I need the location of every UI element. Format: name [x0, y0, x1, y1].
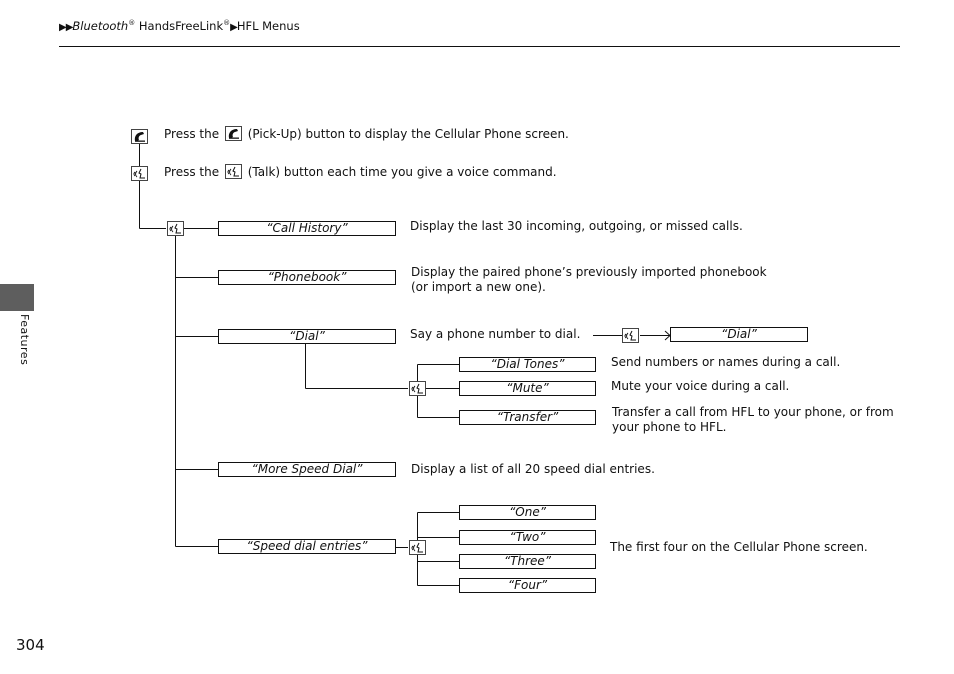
- command-desc: Display the last 30 incoming, outgoing, …: [410, 219, 743, 233]
- command-mute: “Mute”: [459, 381, 596, 396]
- talk-voice-icon: [167, 221, 184, 236]
- command-desc: The first four on the Cellular Phone scr…: [610, 540, 868, 554]
- talk-post-text: (Talk) button each time you give a voice…: [247, 165, 557, 179]
- command-speed-dial-entries: “Speed dial entries”: [218, 539, 396, 554]
- command-three: “Three”: [459, 554, 596, 569]
- command-dial-tones: “Dial Tones”: [459, 357, 596, 372]
- command-desc: Say a phone number to dial.: [410, 327, 581, 341]
- command-dial-next: “Dial”: [670, 327, 808, 342]
- talk-instruction: Press the (Talk) button each time you gi…: [164, 164, 557, 180]
- command-dial: “Dial”: [218, 329, 396, 344]
- command-more-speed-dial: “More Speed Dial”: [218, 462, 396, 477]
- command-desc-cont: your phone to HFL.: [612, 420, 727, 434]
- command-desc: Display a list of all 20 speed dial entr…: [411, 462, 655, 476]
- command-four: “Four”: [459, 578, 596, 593]
- pickup-instruction: Press the (Pick-Up) button to display th…: [164, 126, 569, 142]
- command-desc: Transfer a call from HFL to your phone, …: [612, 405, 894, 419]
- pickup-phone-icon: [224, 126, 242, 141]
- talk-voice-icon: [622, 328, 639, 343]
- command-desc-cont: (or import a new one).: [411, 280, 546, 294]
- talk-voice-icon: [409, 381, 426, 396]
- pickup-phone-icon: [131, 129, 148, 144]
- talk-voice-icon: [131, 166, 148, 181]
- command-desc: Mute your voice during a call.: [611, 379, 790, 393]
- talk-voice-icon: [224, 164, 242, 179]
- command-call-history: “Call History”: [218, 221, 396, 236]
- pickup-post-text: (Pick-Up) button to display the Cellular…: [247, 127, 569, 141]
- pickup-pre-text: Press the: [164, 127, 220, 141]
- command-one: “One”: [459, 505, 596, 520]
- talk-pre-text: Press the: [164, 165, 220, 179]
- command-two: “Two”: [459, 530, 596, 545]
- command-desc: Send numbers or names during a call.: [611, 355, 841, 369]
- command-phonebook: “Phonebook”: [218, 270, 396, 285]
- talk-voice-icon: [409, 540, 426, 555]
- command-desc: Display the paired phone’s previously im…: [411, 265, 767, 279]
- command-transfer: “Transfer”: [459, 410, 596, 425]
